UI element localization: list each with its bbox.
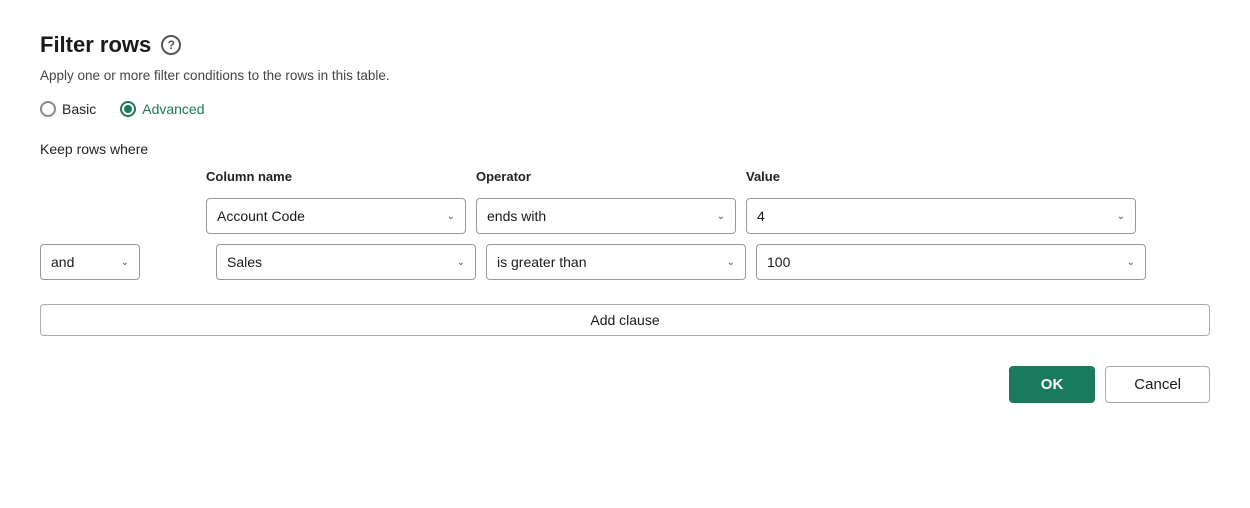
title-row: Filter rows ?: [40, 32, 1210, 58]
filter-row-1: Account Code ⌄ ends with ⌄ 4 ⌄: [40, 198, 1210, 234]
row1-column-arrow: ⌄: [447, 211, 455, 222]
row2-conjunction-dropdown[interactable]: and ⌄: [40, 244, 140, 280]
filter-section: Column name Operator Value Account Code …: [40, 169, 1210, 280]
row1-operator-value: ends with: [487, 208, 546, 224]
row1-operator-arrow: ⌄: [717, 211, 725, 222]
keep-rows-label: Keep rows where: [40, 141, 1210, 157]
advanced-radio[interactable]: [120, 101, 136, 117]
ok-button[interactable]: OK: [1009, 366, 1096, 403]
row2-column-arrow: ⌄: [457, 257, 465, 268]
row2-column-dropdown[interactable]: Sales ⌄: [216, 244, 476, 280]
filter-rows-dialog: Filter rows ? Apply one or more filter c…: [40, 32, 1210, 403]
add-clause-button[interactable]: Add clause: [40, 304, 1210, 336]
row2-value-value: 100: [767, 254, 790, 270]
row2-operator-value: is greater than: [497, 254, 587, 270]
row1-value-dropdown[interactable]: 4 ⌄: [746, 198, 1136, 234]
basic-radio-text: Basic: [62, 101, 96, 117]
advanced-radio-label[interactable]: Advanced: [120, 101, 204, 117]
row1-value-arrow: ⌄: [1117, 211, 1125, 222]
row1-column-value: Account Code: [217, 208, 305, 224]
filter-row-2: and ⌄ Sales ⌄ is greater than ⌄ 100 ⌄: [40, 244, 1210, 280]
column-headers: Column name Operator Value: [206, 169, 1210, 184]
basic-radio-label[interactable]: Basic: [40, 101, 96, 117]
row1-value-value: 4: [757, 208, 765, 224]
column-name-header: Column name: [206, 169, 466, 184]
mode-radio-group: Basic Advanced: [40, 101, 1210, 117]
row2-operator-arrow: ⌄: [727, 257, 735, 268]
row2-value-dropdown[interactable]: 100 ⌄: [756, 244, 1146, 280]
row2-conjunction-arrow: ⌄: [121, 257, 129, 268]
help-icon[interactable]: ?: [161, 35, 181, 55]
cancel-button[interactable]: Cancel: [1105, 366, 1210, 403]
row2-conjunction-value: and: [51, 254, 74, 270]
value-header: Value: [746, 169, 1126, 184]
advanced-radio-text: Advanced: [142, 101, 204, 117]
basic-radio[interactable]: [40, 101, 56, 117]
row2-column-value: Sales: [227, 254, 262, 270]
subtitle: Apply one or more filter conditions to t…: [40, 68, 1210, 83]
row1-column-dropdown[interactable]: Account Code ⌄: [206, 198, 466, 234]
operator-header: Operator: [476, 169, 736, 184]
row2-operator-dropdown[interactable]: is greater than ⌄: [486, 244, 746, 280]
row2-value-arrow: ⌄: [1127, 257, 1135, 268]
dialog-title: Filter rows: [40, 32, 151, 58]
footer: OK Cancel: [40, 336, 1210, 403]
row1-operator-dropdown[interactable]: ends with ⌄: [476, 198, 736, 234]
